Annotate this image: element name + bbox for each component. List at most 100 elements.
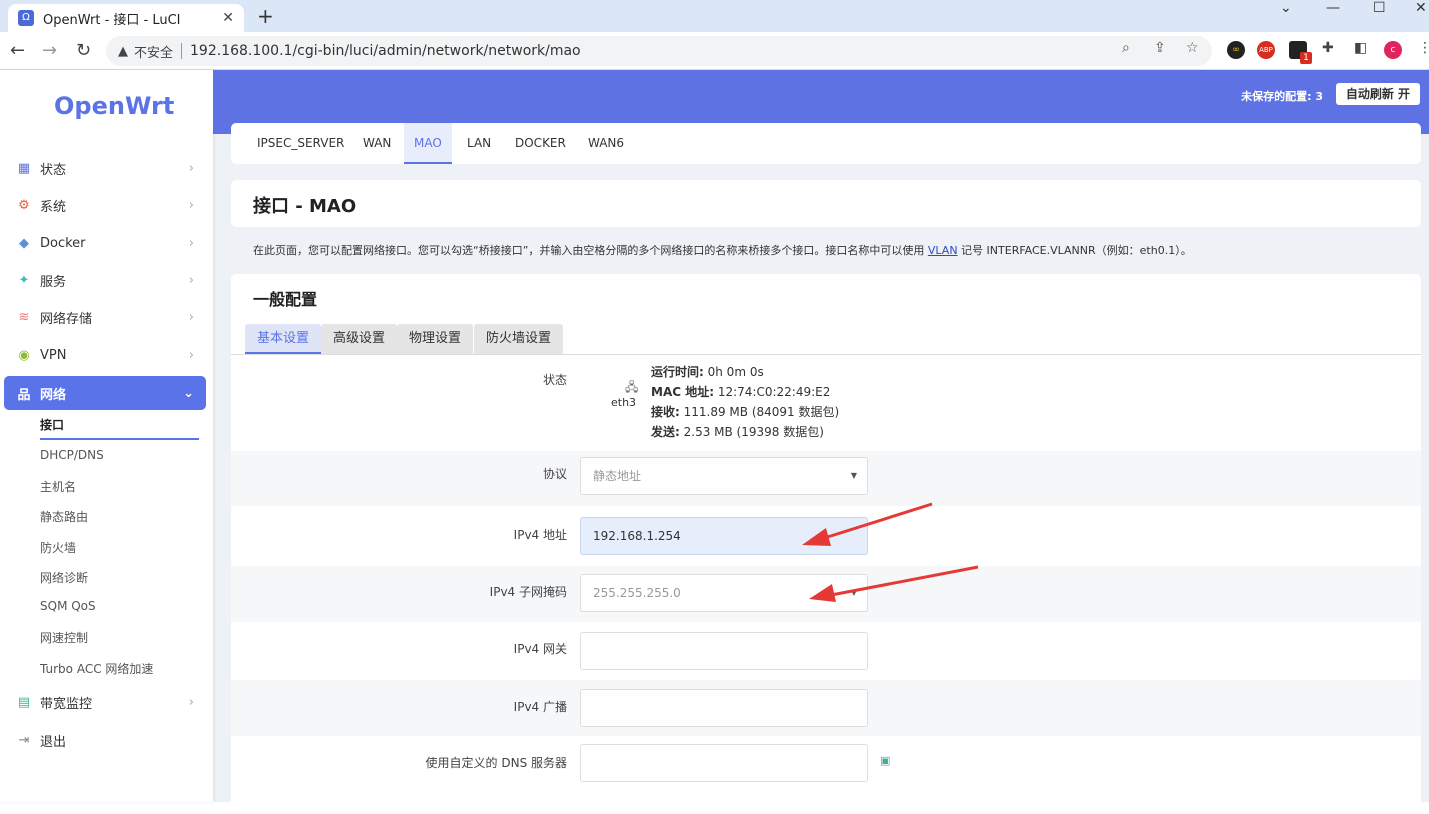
insecure-label[interactable]: 不安全 — [134, 42, 173, 61]
sidebar-item-label: 状态 — [40, 162, 67, 178]
extension-infinity-icon[interactable]: ∞ — [1227, 41, 1245, 59]
maximize-icon[interactable]: ☐ — [1373, 0, 1386, 16]
tab-close-icon[interactable]: ✕ — [222, 10, 234, 26]
share-icon[interactable]: ⇪ — [1154, 40, 1166, 56]
network-icon: 品 — [17, 387, 31, 403]
sidebar-item-logout[interactable]: ⇥ 退出 — [4, 723, 206, 757]
tab-wan6[interactable]: WAN6 — [588, 123, 624, 164]
active-subitem-underline — [40, 438, 199, 440]
section-title: 一般配置 — [253, 290, 318, 309]
chevron-right-icon: › — [188, 197, 194, 213]
tab-docker[interactable]: DOCKER — [515, 123, 566, 164]
protocol-value: 静态地址 — [593, 469, 642, 483]
chevron-right-icon: › — [188, 272, 194, 288]
ipv4-netmask-select[interactable]: 255.255.255.0 ▼ — [580, 574, 868, 612]
ipv4-address-input[interactable]: 192.168.1.254 — [580, 517, 868, 555]
tab-title: OpenWrt - 接口 - LuCI — [43, 12, 181, 28]
interface-tabs: IPSEC_SERVER WAN MAO LAN DOCKER WAN6 — [231, 123, 1421, 164]
sidebar-item-status[interactable]: ▦ 状态 › — [4, 151, 206, 185]
dropdown-caret-icon: ▼ — [850, 471, 857, 480]
luci-page: OpenWrt ▦ 状态 › ⚙ 系统 › ◆ Docker › ✦ 服务 › … — [0, 70, 1429, 814]
unsaved-changes-link[interactable]: 未保存的配置: 3 — [1241, 88, 1323, 104]
protocol-label: 协议 — [542, 467, 567, 481]
chevron-down-icon: ⌄ — [183, 385, 194, 401]
tab-mao[interactable]: MAO — [404, 123, 452, 164]
ipv4-gateway-label: IPv4 网关 — [513, 642, 567, 656]
minimize-icon[interactable]: — — [1326, 0, 1340, 16]
gear-icon: ⚙ — [18, 197, 30, 213]
sidebar-item-network[interactable]: 品 网络 ⌄ — [4, 376, 206, 410]
subtab-firewall[interactable]: 防火墙设置 — [474, 324, 564, 354]
tx-label: 发送: — [651, 425, 680, 439]
sidebar-item-system[interactable]: ⚙ 系统 › — [4, 188, 206, 222]
dashboard-icon: ▦ — [17, 160, 31, 176]
ipv4-netmask-row: IPv4 子网掩码 255.255.255.0 ▼ — [231, 566, 1421, 622]
chevron-right-icon: › — [188, 235, 194, 251]
ipv4-gateway-input[interactable] — [580, 632, 868, 670]
bookmark-star-icon[interactable]: ☆ — [1186, 40, 1199, 56]
window-close-icon[interactable]: ✕ — [1415, 0, 1427, 16]
subtab-basic[interactable]: 基本设置 — [245, 324, 322, 354]
sidebar-item-vpn[interactable]: ◉ VPN › — [4, 338, 206, 372]
tab-lan[interactable]: LAN — [467, 123, 491, 164]
sidebar-item-label: 服务 — [40, 274, 67, 290]
warning-icon[interactable]: ▲ — [118, 44, 128, 59]
forward-icon[interactable]: → — [42, 40, 57, 61]
logout-icon: ⇥ — [18, 732, 30, 748]
zoom-icon[interactable]: ⌕ — [1122, 40, 1130, 56]
sidebar-subitem-sqm-qos[interactable]: SQM QoS — [40, 599, 96, 613]
subtab-advanced[interactable]: 高级设置 — [321, 324, 398, 354]
subtab-physical[interactable]: 物理设置 — [397, 324, 474, 354]
page-title: 接口 - MAO — [253, 196, 357, 217]
browser-tab[interactable]: Ω OpenWrt - 接口 - LuCI ✕ — [8, 4, 244, 32]
status-details: 运行时间: 0h 0m 0s MAC 地址: 12:74:C0:22:49:E2… — [651, 362, 839, 442]
sidebar-item-label: VPN — [40, 347, 67, 363]
browser-toolbar: ← → ↻ ▲ 不安全 192.168.100.1/cgi-bin/luci/a… — [0, 32, 1429, 70]
extensions-puzzle-icon[interactable]: ✚ — [1322, 40, 1334, 56]
sidebar-subitem-turbo-acc[interactable]: Turbo ACC 网络加速 — [40, 660, 153, 677]
window-menu-chevron-icon[interactable]: ⌄ — [1280, 0, 1292, 16]
sidebar-subitem-static-routes[interactable]: 静态路由 — [40, 508, 88, 525]
tab-wan[interactable]: WAN — [363, 123, 391, 164]
sidebar-subitem-hostnames[interactable]: 主机名 — [40, 478, 76, 495]
browser-menu-icon[interactable]: ⋮ — [1418, 40, 1429, 56]
chevron-right-icon: › — [188, 309, 194, 325]
sidebar-subitem-speed-control[interactable]: 网速控制 — [40, 629, 88, 646]
sidebar-item-label: 带宽监控 — [40, 696, 93, 712]
openwrt-logo[interactable]: OpenWrt — [54, 92, 174, 120]
description-text-end: 记号 INTERFACE.VLANNR（例如：eth0.1）。 — [957, 244, 1192, 257]
description-text: 在此页面，您可以配置网络接口。您可以勾选“桥接接口”，并输入由空格分隔的多个网络… — [253, 244, 928, 257]
sidebar-item-services[interactable]: ✦ 服务 › — [4, 263, 206, 297]
general-config-card: 一般配置 基本设置 高级设置 物理设置 防火墙设置 状态 🖧 eth3 运行时间… — [231, 274, 1421, 814]
storage-icon: ≋ — [18, 309, 30, 325]
vlan-link[interactable]: VLAN — [928, 244, 958, 257]
sidebar-item-docker[interactable]: ◆ Docker › — [4, 226, 206, 260]
protocol-select[interactable]: 静态地址 ▼ — [580, 457, 868, 495]
back-icon[interactable]: ← — [10, 40, 25, 61]
sidebar-item-nas[interactable]: ≋ 网络存储 › — [4, 300, 206, 334]
sidebar-item-label: 系统 — [40, 199, 67, 215]
sidebar-subitem-dhcp-dns[interactable]: DHCP/DNS — [40, 448, 104, 462]
adblock-plus-icon[interactable]: ABP — [1257, 41, 1275, 59]
profile-avatar[interactable]: c — [1384, 41, 1402, 59]
uptime-label: 运行时间: — [651, 365, 704, 379]
tx-value: 2.53 MB (19398 数据包) — [679, 425, 824, 439]
ipv4-broadcast-row: IPv4 广播 — [231, 680, 1421, 736]
rx-label: 接收: — [651, 405, 680, 419]
sidebar-item-bandwidth[interactable]: ▤ 带宽监控 › — [4, 685, 206, 719]
sidebar-subitem-interfaces[interactable]: 接口 — [40, 416, 64, 433]
new-tab-button[interactable]: + — [257, 4, 274, 28]
tab-ipsec-server[interactable]: IPSEC_SERVER — [257, 123, 344, 164]
ipv4-broadcast-input[interactable] — [580, 689, 868, 727]
address-bar[interactable]: ▲ 不安全 192.168.100.1/cgi-bin/luci/admin/n… — [106, 36, 1212, 66]
auto-refresh-button[interactable]: 自动刷新 开 — [1335, 83, 1420, 105]
sidebar-subitem-firewall[interactable]: 防火墙 — [40, 539, 76, 556]
side-panel-icon[interactable]: ◧ — [1354, 40, 1367, 56]
reload-icon[interactable]: ↻ — [76, 40, 91, 61]
url-text[interactable]: 192.168.100.1/cgi-bin/luci/admin/network… — [190, 43, 581, 59]
dns-input[interactable] — [580, 744, 868, 782]
bandwidth-monitor-icon: ▤ — [17, 694, 31, 710]
add-dns-icon[interactable]: ▣ — [880, 754, 890, 767]
dropdown-caret-icon: ▼ — [850, 588, 857, 597]
sidebar-subitem-diagnostics[interactable]: 网络诊断 — [40, 569, 88, 586]
